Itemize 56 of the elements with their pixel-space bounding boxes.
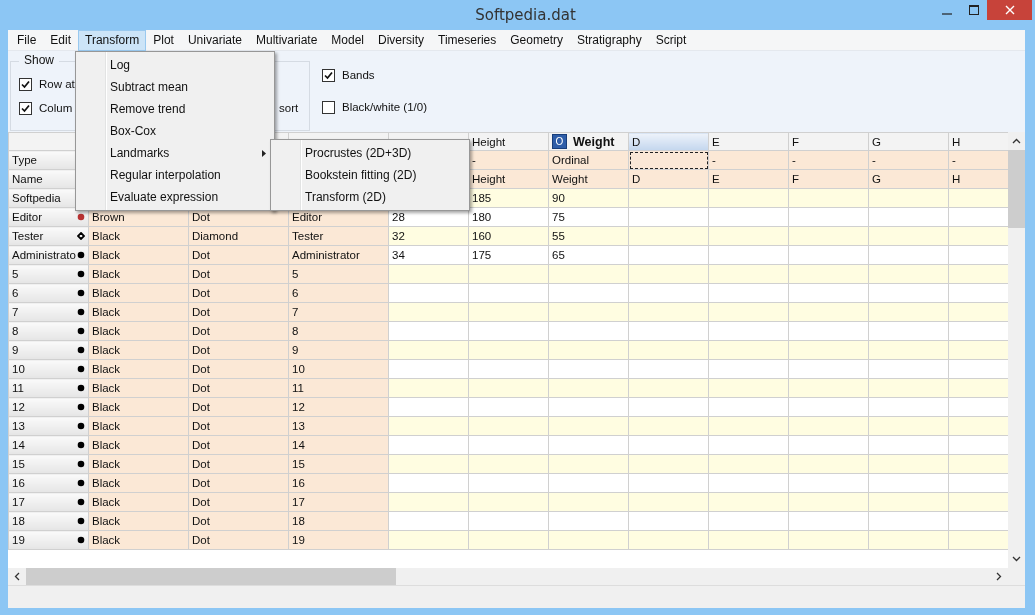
type-badge: O [552, 134, 567, 150]
menu-item[interactable]: Box-Cox [76, 120, 274, 142]
column-header[interactable]: F [788, 132, 869, 151]
column-header[interactable]: H [948, 132, 1008, 151]
menu-item[interactable]: Diversity [371, 29, 432, 51]
menu-item[interactable]: Transform [78, 29, 147, 51]
checkbox-label: sort [279, 101, 299, 116]
menu-item[interactable]: Log [76, 54, 274, 76]
menu-item[interactable]: File [10, 29, 44, 51]
menu-item[interactable]: Plot [146, 29, 181, 51]
column-header[interactable]: G [868, 132, 949, 151]
menu-item[interactable]: Procrustes (2D+3D) [271, 142, 469, 164]
scroll-up-icon[interactable] [1012, 138, 1021, 144]
column-header[interactable]: E [708, 132, 789, 151]
menu-item[interactable]: Transform (2D) [271, 186, 469, 208]
menu-item[interactable]: Edit [43, 29, 79, 51]
column-label: F [792, 136, 800, 148]
menu-item[interactable]: Bookstein fitting (2D) [271, 164, 469, 186]
scroll-down-icon[interactable] [1012, 556, 1021, 562]
group-title: Show [19, 53, 60, 67]
minimize-icon [941, 13, 952, 15]
horizontal-scrollbar[interactable] [8, 568, 1008, 585]
column-label: Height [472, 136, 506, 148]
scrollbar-thumb[interactable] [1008, 150, 1025, 228]
scroll-left-icon[interactable] [14, 572, 20, 581]
checkbox[interactable] [322, 68, 335, 82]
menu-item[interactable]: Model [324, 29, 372, 51]
column-label: D [632, 136, 641, 148]
scrollbar-thumb[interactable] [26, 568, 396, 585]
menu-item[interactable]: Subtract mean [76, 76, 274, 98]
menu-item[interactable]: Script [648, 29, 694, 51]
menu-item[interactable]: Stratigraphy [569, 29, 649, 51]
column-label: Weight [573, 134, 615, 149]
column-header[interactable]: O Weight [548, 132, 629, 151]
checkbox-label: Bands [342, 69, 375, 81]
column-header[interactable]: Height [468, 132, 549, 151]
checkbox[interactable] [19, 101, 32, 115]
checkbox-label: Row at [39, 78, 75, 90]
menu-item[interactable]: Univariate [180, 29, 249, 51]
column-label: G [872, 136, 881, 148]
column-label: H [952, 136, 961, 148]
vertical-scrollbar[interactable] [1008, 132, 1025, 568]
menu-item[interactable]: Timeseries [431, 29, 504, 51]
checkbox-label: Colum [39, 102, 73, 114]
checkbox-label: Black/white (1/0) [342, 101, 427, 113]
scroll-right-icon[interactable] [996, 572, 1002, 581]
menu-item[interactable]: Multivariate [249, 29, 325, 51]
menu-item[interactable]: Remove trend [76, 98, 274, 120]
checkbox[interactable] [322, 100, 335, 114]
maximize-icon [968, 5, 979, 15]
window-title: Softpedia.dat [474, 5, 577, 24]
close-icon [1004, 5, 1015, 15]
column-label: E [712, 136, 720, 148]
column-header[interactable]: D [628, 132, 709, 151]
checkbox[interactable] [19, 77, 32, 91]
menu-item[interactable]: Geometry [503, 29, 570, 51]
